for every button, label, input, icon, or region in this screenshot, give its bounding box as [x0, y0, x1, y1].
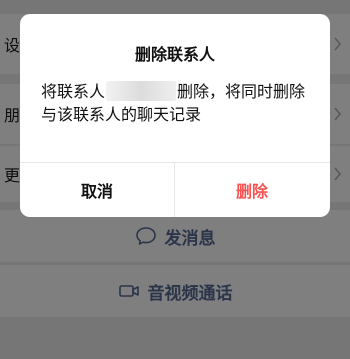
delete-contact-dialog: 删除联系人 将联系人 删除，将同时删除与该联系人的聊天记录 取消 删除	[20, 14, 330, 217]
dialog-message-prefix: 将联系人	[41, 82, 106, 101]
dialog-title: 删除联系人	[134, 45, 215, 64]
redacted-contact-name	[106, 81, 177, 101]
cancel-button[interactable]: 取消	[20, 163, 174, 217]
dialog-message: 将联系人 删除，将同时删除与该联系人的聊天记录	[41, 80, 316, 126]
delete-button[interactable]: 删除	[175, 163, 329, 217]
